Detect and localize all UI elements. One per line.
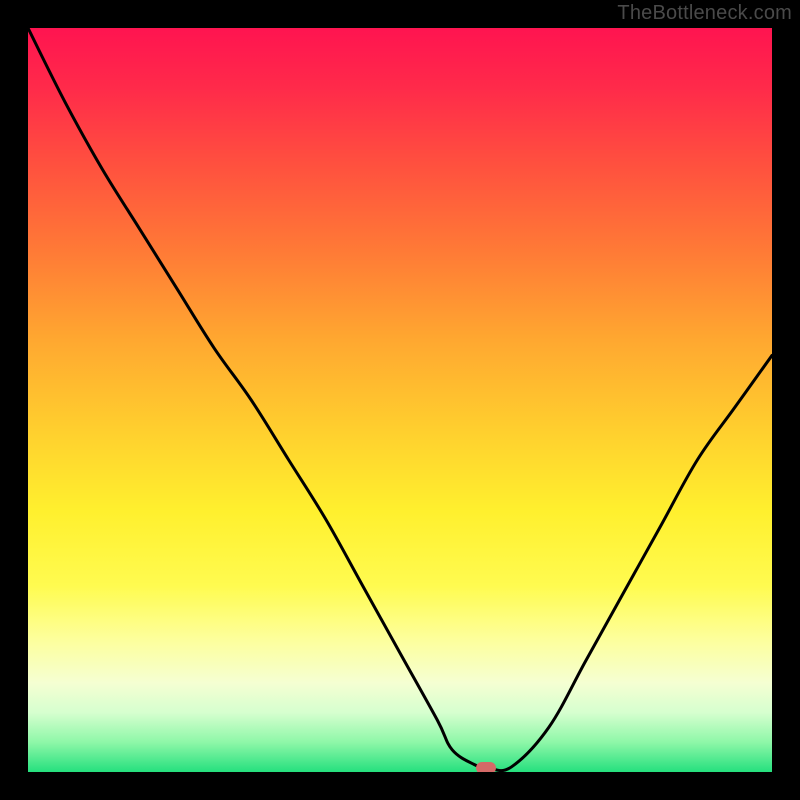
curve-path — [28, 28, 772, 771]
optimum-marker — [476, 762, 496, 772]
watermark-text: TheBottleneck.com — [617, 2, 792, 25]
chart-frame: TheBottleneck.com — [0, 0, 800, 800]
plot-area — [28, 28, 772, 772]
bottleneck-curve — [28, 28, 772, 772]
